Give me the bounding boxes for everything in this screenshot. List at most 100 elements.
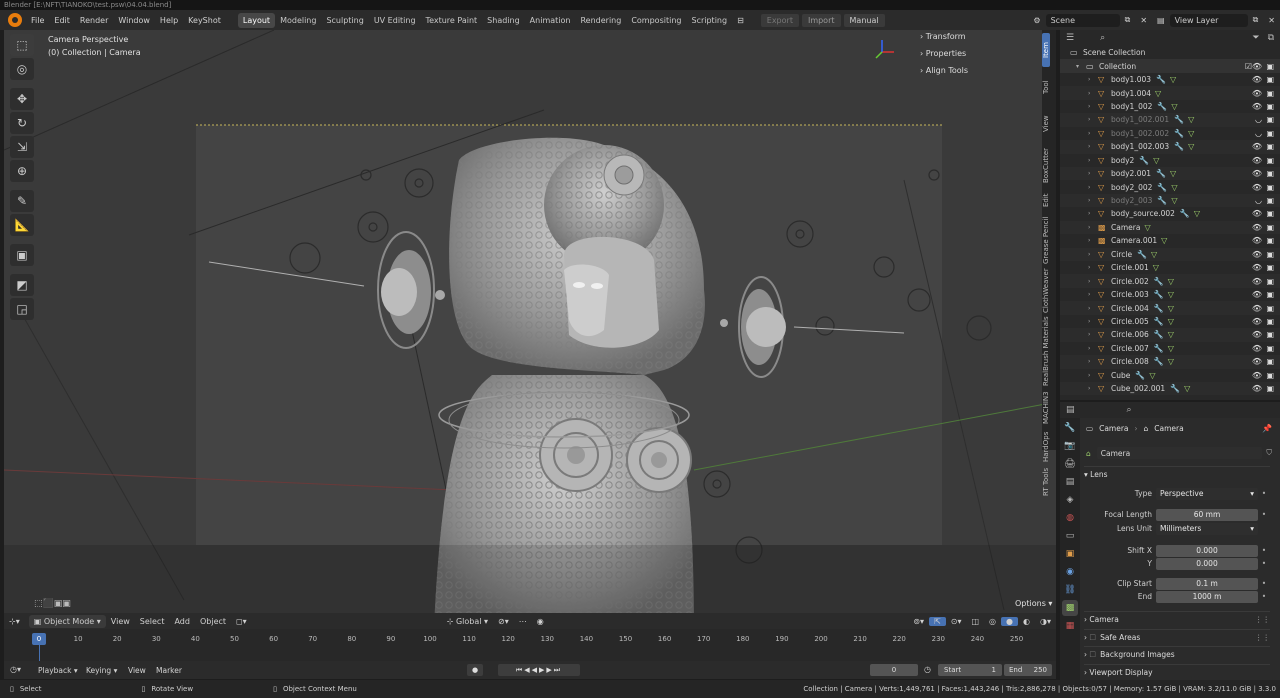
blender-logo-icon[interactable] [8, 13, 22, 27]
viewport-display-panel-header[interactable]: › Viewport Display [1084, 664, 1270, 679]
expand-icon[interactable]: › [1088, 157, 1098, 164]
eye-icon[interactable]: ◡ [1255, 129, 1262, 138]
mesh-data-icon[interactable]: ▽ [1171, 196, 1177, 205]
camera-render-icon[interactable]: ▣ [1266, 102, 1274, 111]
eye-icon[interactable]: 👁 [1252, 371, 1262, 380]
tab-uv-editing[interactable]: UV Editing [369, 13, 421, 28]
tab-modeling[interactable]: Modeling [275, 13, 321, 28]
expand-icon[interactable]: › [1088, 103, 1098, 110]
mesh-data-icon[interactable]: ▽ [1168, 344, 1174, 353]
outliner-row[interactable]: › ▽ Circle.005 🔧 ▽ 👁 ▣ [1060, 315, 1280, 328]
3d-viewport[interactable] [4, 30, 1056, 628]
filter-icon[interactable]: ⏷ [1252, 33, 1259, 43]
menu-window[interactable]: Window [113, 16, 155, 25]
expand-icon[interactable]: › [1088, 143, 1098, 150]
tab-scripting[interactable]: Scripting [686, 13, 732, 28]
eye-icon[interactable]: 👁 [1252, 317, 1262, 326]
expand-icon[interactable]: › [1088, 264, 1098, 271]
expand-icon[interactable]: › [1088, 318, 1098, 325]
orientation-selector[interactable]: ⊹ Global ▾ [442, 617, 493, 626]
menu-view[interactable]: View [106, 617, 135, 626]
outliner-row[interactable]: › ▽ body1_002 🔧 ▽ 👁 ▣ [1060, 100, 1280, 113]
modifier-icon[interactable]: 🔧 [1139, 156, 1149, 165]
tab-shading[interactable]: Shading [482, 13, 525, 28]
modifier-icon[interactable]: 🔧 [1135, 371, 1145, 380]
camera-render-icon[interactable]: ▣ [1266, 357, 1274, 366]
tab-compositing[interactable]: Compositing [626, 13, 686, 28]
tab-rt-tools[interactable]: RT Tools [1042, 467, 1050, 497]
keyframe-dot-icon[interactable]: • [1258, 579, 1270, 588]
delete-scene-icon[interactable]: ✕ [1135, 16, 1152, 25]
camera-render-icon[interactable]: ▣ [1266, 183, 1274, 192]
expand-icon[interactable]: › [1088, 197, 1098, 204]
tool-props-icon[interactable]: 🔧 [1062, 420, 1078, 436]
modifier-icon[interactable]: 🔧 [1154, 344, 1164, 353]
tab-view[interactable]: View [1042, 107, 1050, 141]
scene-props-icon[interactable]: ◈ [1062, 492, 1078, 508]
render-props-icon[interactable]: 📷 [1062, 438, 1078, 454]
camera-panel-header[interactable]: › Camera ⋮⋮ [1084, 611, 1270, 626]
menu-select[interactable]: Select [135, 617, 170, 626]
camera-render-icon[interactable]: ▣ [1266, 317, 1274, 326]
proportional-edit-icon[interactable]: ◉ [532, 617, 549, 626]
selection-mode-icons[interactable]: ⬚⬛▣▣ [34, 599, 71, 609]
expand-icon[interactable]: › [1088, 372, 1098, 379]
eye-icon[interactable]: 👁 [1252, 62, 1262, 71]
outliner-search-icon[interactable]: ⌕ [1100, 33, 1105, 43]
expand-icon[interactable]: › [1088, 210, 1098, 217]
collapse-icon[interactable]: ▾ [1076, 63, 1086, 70]
mode-selector[interactable]: ▣ Object Mode ▾ [28, 614, 106, 628]
expand-icon[interactable]: › [1088, 331, 1098, 338]
outliner-editor-icon[interactable]: ☰ [1066, 33, 1074, 43]
camera-render-icon[interactable]: ▣ [1266, 344, 1274, 353]
tab-hardops[interactable]: HardOps [1042, 430, 1050, 464]
mesh-data-icon[interactable]: ▽ [1153, 263, 1159, 272]
npanel-properties[interactable]: › Properties [920, 49, 1040, 66]
camera-render-icon[interactable]: ▣ [1266, 384, 1274, 393]
mesh-data-icon[interactable]: ▽ [1194, 209, 1200, 218]
background-images-panel-header[interactable]: › ☐ Background Images [1084, 646, 1270, 661]
tab-machin3[interactable]: MACHIN3 [1042, 389, 1050, 427]
select-box-icon[interactable]: ⬚ [10, 34, 34, 56]
camera-render-icon[interactable]: ▣ [1266, 277, 1274, 286]
collection-props-icon[interactable]: ▭ [1062, 528, 1078, 544]
eye-icon[interactable]: ◡ [1255, 115, 1262, 124]
physics-props-icon[interactable]: ◉ [1062, 564, 1078, 580]
outliner-row[interactable]: › ▽ body2.001 🔧 ▽ 👁 ▣ [1060, 166, 1280, 181]
solid-shading-icon[interactable]: ● [1001, 616, 1019, 626]
tab-texture-paint[interactable]: Texture Paint [421, 13, 483, 28]
outliner-row[interactable]: › ▽ Circle.006 🔧 ▽ 👁 ▣ [1060, 328, 1280, 342]
rendered-shading-icon[interactable]: ◑▾ [1035, 617, 1056, 626]
npanel-align-tools[interactable]: › Align Tools [920, 66, 1040, 83]
mesh-data-icon[interactable]: ▽ [1168, 304, 1174, 313]
outliner-row[interactable]: › ▩ Camera.001 ▽ 👁 ▣ [1060, 234, 1280, 247]
viewport-scene[interactable] [4, 30, 1056, 628]
tab-grease-pencil[interactable]: Grease Pencil [1042, 214, 1050, 266]
modifier-icon[interactable]: 🔧 [1154, 277, 1164, 286]
shift-x-field[interactable]: 0.000 [1156, 544, 1258, 557]
mesh-data-icon[interactable]: ▽ [1168, 357, 1174, 366]
gizmo-icon[interactable]: ⇱ [929, 616, 946, 626]
eye-icon[interactable]: 👁 [1252, 330, 1262, 339]
lens-type-dropdown[interactable]: Perspective ▾ [1156, 487, 1258, 500]
expand-icon[interactable]: › [1088, 291, 1098, 298]
mesh-data-icon[interactable]: ▽ [1188, 129, 1194, 138]
npanel-transform[interactable]: › Transform [920, 32, 1040, 49]
add-workspace-icon[interactable]: ⊟ [732, 16, 749, 25]
lens-unit-dropdown[interactable]: Millimeters ▾ [1156, 522, 1258, 535]
keyframe-dot-icon[interactable]: • [1258, 559, 1270, 568]
output-props-icon[interactable]: 🖨 [1062, 456, 1078, 472]
lens-panel-header[interactable]: ▾ Lens [1084, 466, 1270, 481]
menu-add[interactable]: Add [169, 617, 195, 626]
start-frame-field[interactable]: Start 1 [938, 664, 1002, 676]
modifier-icon[interactable]: 🔧 [1180, 209, 1190, 218]
pin-icon[interactable]: 📌 [1262, 424, 1272, 433]
new-viewlayer-icon[interactable]: ⧉ [1248, 15, 1264, 25]
overlay-icon[interactable]: ⊙▾ [946, 617, 967, 626]
mesh-data-icon[interactable]: ▽ [1151, 250, 1157, 259]
expand-icon[interactable]: › [1088, 130, 1098, 137]
eye-icon[interactable]: 👁 [1252, 156, 1262, 165]
modifier-icon[interactable]: 🔧 [1157, 196, 1167, 205]
outliner-row[interactable]: › ▽ Circle.001 ▽ 👁 ▣ [1060, 261, 1280, 274]
eye-icon[interactable]: 👁 [1252, 236, 1262, 245]
